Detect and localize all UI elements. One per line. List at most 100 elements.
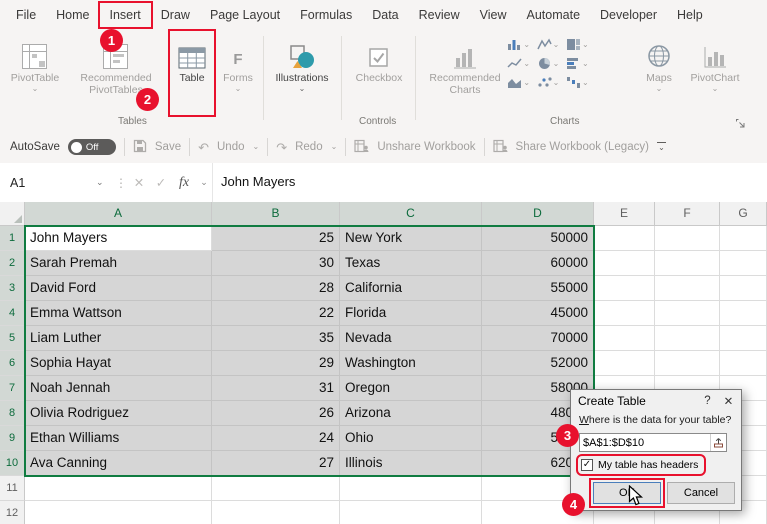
name-box[interactable]: A1 [0, 176, 96, 190]
cell-D1[interactable]: 50000 [482, 226, 594, 251]
cell-A4[interactable]: Emma Wattson [25, 301, 212, 326]
tab-draw[interactable]: Draw [151, 3, 200, 27]
area-chart-button[interactable]: ⌄ [504, 76, 533, 89]
ok-button[interactable]: OK [589, 478, 665, 508]
cancel-icon[interactable]: ✕ [128, 175, 150, 190]
cell-A1[interactable]: John Mayers [25, 226, 212, 251]
pivottable-button[interactable]: PivotTable ⌄ [6, 33, 64, 93]
tab-page-layout[interactable]: Page Layout [200, 3, 290, 27]
row-header-12[interactable]: 12 [0, 501, 25, 524]
waterfall-chart-button[interactable]: ⌄ [563, 76, 592, 89]
enter-icon[interactable]: ✓ [150, 175, 172, 190]
maps-button[interactable]: Maps ⌄ [638, 33, 680, 93]
cell-B6[interactable]: 29 [212, 351, 340, 376]
cell-F6[interactable] [655, 351, 720, 376]
cell-A10[interactable]: Ava Canning [25, 451, 212, 476]
row-header-3[interactable]: 3 [0, 276, 25, 301]
column-header-G[interactable]: G [720, 202, 767, 226]
hierarchy-chart-button[interactable]: ⌄ [563, 38, 592, 51]
cell-C8[interactable]: Arizona [340, 401, 482, 426]
row-header-10[interactable]: 10 [0, 451, 25, 476]
range-picker-icon[interactable] [710, 434, 726, 451]
cell-A5[interactable]: Liam Luther [25, 326, 212, 351]
cell-B8[interactable]: 26 [212, 401, 340, 426]
tab-help[interactable]: Help [667, 3, 713, 27]
row-header-6[interactable]: 6 [0, 351, 25, 376]
illustrations-button[interactable]: Illustrations ⌄ [270, 33, 334, 93]
row-header-7[interactable]: 7 [0, 376, 25, 401]
cell-D2[interactable]: 60000 [482, 251, 594, 276]
cell-D6[interactable]: 52000 [482, 351, 594, 376]
dialog-help-button[interactable]: ? [697, 395, 718, 407]
cell-A7[interactable]: Noah Jennah [25, 376, 212, 401]
row-header-1[interactable]: 1 [0, 226, 25, 251]
cell-C12[interactable] [340, 501, 482, 524]
tab-formulas[interactable]: Formulas [290, 3, 362, 27]
statistic-chart-button[interactable]: ⌄ [504, 57, 533, 70]
cell-G4[interactable] [720, 301, 767, 326]
cell-A2[interactable]: Sarah Premah [25, 251, 212, 276]
bar-chart-button[interactable]: ⌄ [563, 57, 592, 70]
cell-F3[interactable] [655, 276, 720, 301]
cell-C11[interactable] [340, 476, 482, 501]
table-has-headers-checkbox[interactable]: ✓ [581, 459, 593, 471]
insert-function-icon[interactable]: fx [172, 175, 196, 191]
column-header-D[interactable]: D [482, 202, 594, 226]
cell-B7[interactable]: 31 [212, 376, 340, 401]
chevron-down-icon[interactable]: ⌄ [196, 177, 212, 188]
cell-B10[interactable]: 27 [212, 451, 340, 476]
column-header-A[interactable]: A [25, 202, 212, 226]
tab-file[interactable]: File [6, 3, 46, 27]
tab-developer[interactable]: Developer [590, 3, 667, 27]
chevron-down-icon[interactable]: ⌄ [331, 143, 338, 151]
share-workbook-legacy-button[interactable]: Share Workbook (Legacy) [516, 141, 649, 153]
column-chart-button[interactable]: ⌄ [504, 38, 533, 51]
recommended-charts-button[interactable]: Recommended Charts [429, 33, 501, 96]
cell-A12[interactable] [25, 501, 212, 524]
cell-B2[interactable]: 30 [212, 251, 340, 276]
cell-B9[interactable]: 24 [212, 426, 340, 451]
cell-A3[interactable]: David Ford [25, 276, 212, 301]
cell-B4[interactable]: 22 [212, 301, 340, 326]
cell-D5[interactable]: 70000 [482, 326, 594, 351]
table-button[interactable]: Table [168, 29, 216, 117]
undo-button[interactable]: Undo [217, 141, 245, 153]
cell-E5[interactable] [594, 326, 655, 351]
tab-insert[interactable]: Insert [97, 1, 153, 29]
table-range-value[interactable]: $A$1:$D$10 [580, 437, 710, 449]
cell-B11[interactable] [212, 476, 340, 501]
cell-E6[interactable] [594, 351, 655, 376]
cell-C6[interactable]: Washington [340, 351, 482, 376]
column-header-B[interactable]: B [212, 202, 340, 226]
row-header-9[interactable]: 9 [0, 426, 25, 451]
tab-review[interactable]: Review [409, 3, 470, 27]
forms-button[interactable]: F Forms ⌄ [216, 33, 260, 93]
cell-G5[interactable] [720, 326, 767, 351]
checkbox-button[interactable]: Checkbox [350, 33, 408, 84]
cell-C7[interactable]: Oregon [340, 376, 482, 401]
cell-A8[interactable]: Olivia Rodriguez [25, 401, 212, 426]
tab-home[interactable]: Home [46, 3, 99, 27]
resize-handle-icon[interactable]: ⋮ [114, 176, 128, 190]
chevron-down-icon[interactable]: ⌄ [253, 143, 260, 151]
unshare-workbook-button[interactable]: Unshare Workbook [377, 141, 475, 153]
name-box-dropdown-icon[interactable]: ⌄ [96, 177, 114, 188]
save-button[interactable]: Save [155, 141, 181, 153]
cell-B5[interactable]: 35 [212, 326, 340, 351]
cell-C2[interactable]: Texas [340, 251, 482, 276]
dialog-close-icon[interactable]: ✕ [718, 394, 739, 408]
cell-G1[interactable] [720, 226, 767, 251]
select-all-button[interactable] [0, 202, 25, 226]
cell-E2[interactable] [594, 251, 655, 276]
table-range-input[interactable]: $A$1:$D$10 [579, 433, 727, 452]
tab-automate[interactable]: Automate [517, 3, 591, 27]
cell-E3[interactable] [594, 276, 655, 301]
cell-F2[interactable] [655, 251, 720, 276]
cell-A6[interactable]: Sophia Hayat [25, 351, 212, 376]
row-header-2[interactable]: 2 [0, 251, 25, 276]
row-header-5[interactable]: 5 [0, 326, 25, 351]
formula-bar-content[interactable]: John Mayers [212, 163, 767, 202]
cell-F5[interactable] [655, 326, 720, 351]
tab-view[interactable]: View [470, 3, 517, 27]
autosave-toggle[interactable]: Off [67, 139, 116, 155]
